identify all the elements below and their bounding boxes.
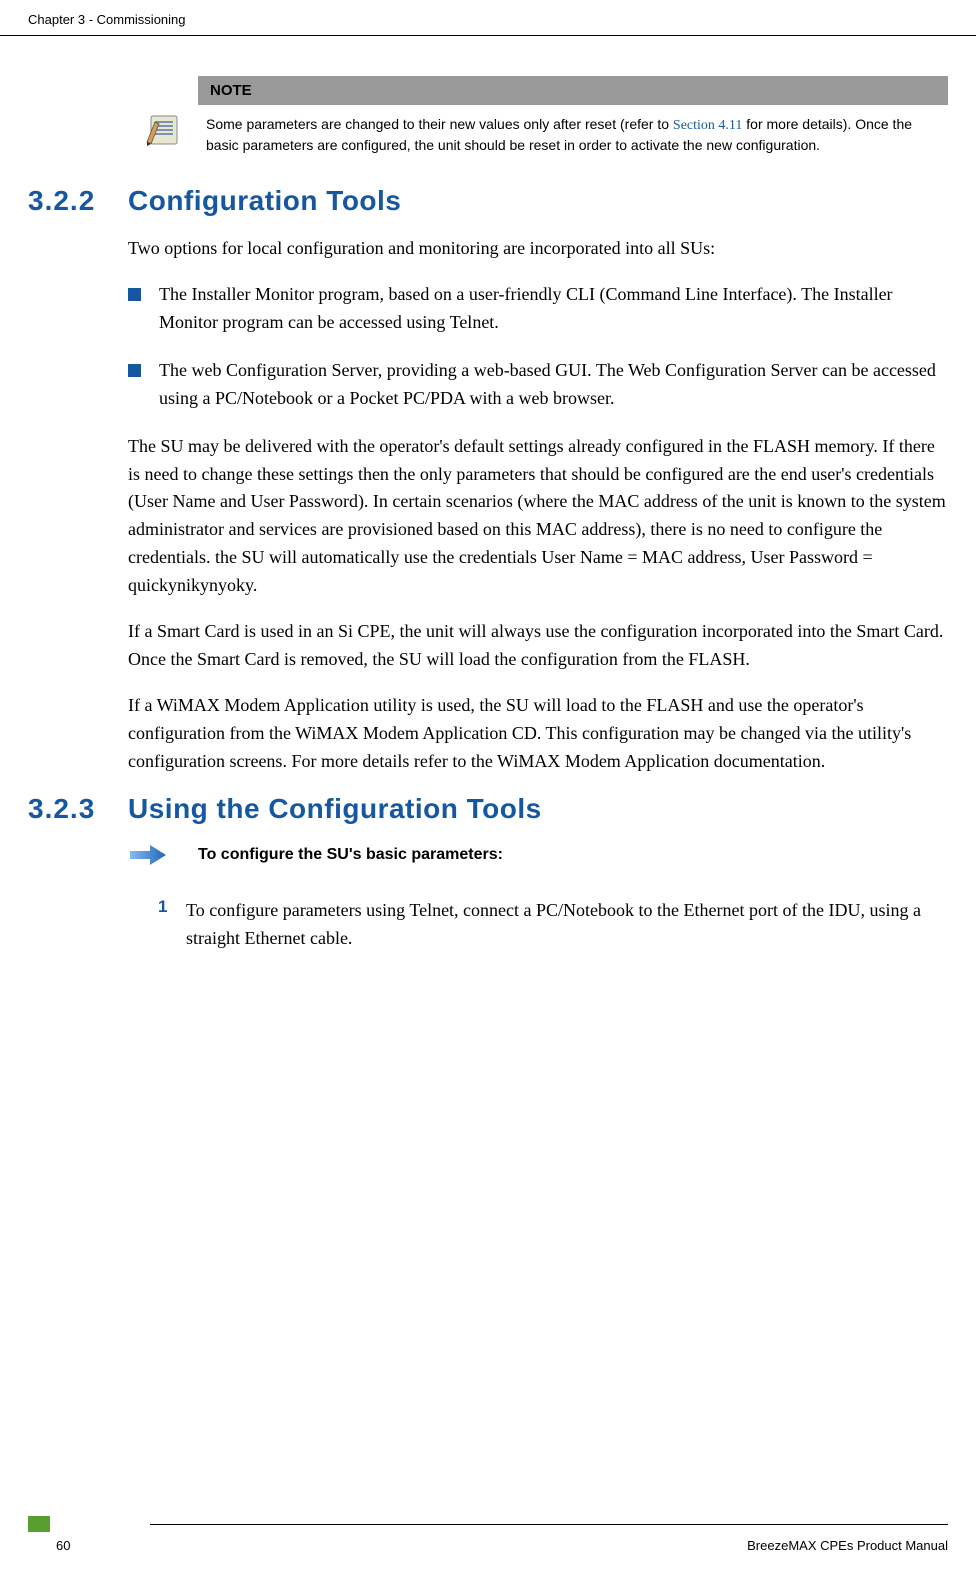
section-title: Using the Configuration Tools xyxy=(128,793,542,825)
footer-text: 60 BreezeMAX CPEs Product Manual xyxy=(28,1538,948,1553)
body-paragraph: If a Smart Card is used in an Si CPE, th… xyxy=(128,618,948,674)
section-heading-322: 3.2.2 Configuration Tools xyxy=(28,185,948,217)
procedure-title: To configure the SU's basic parameters: xyxy=(198,846,503,864)
step-text: To configure parameters using Telnet, co… xyxy=(186,897,948,953)
page-footer: 60 BreezeMAX CPEs Product Manual xyxy=(28,1516,948,1553)
page-content: NOTE Some parameters are changed to thei… xyxy=(0,36,976,953)
footer-bar xyxy=(28,1516,948,1532)
bullet-text: The web Configuration Server, providing … xyxy=(159,357,948,413)
bullet-item: The Installer Monitor program, based on … xyxy=(128,281,948,337)
bullet-icon xyxy=(128,364,141,377)
body-paragraph: The SU may be delivered with the operato… xyxy=(128,433,948,600)
note-header: NOTE xyxy=(198,76,948,105)
footer-line-wrap xyxy=(50,1516,948,1532)
note-icon xyxy=(145,112,181,148)
note-icon-cell xyxy=(128,76,198,155)
chapter-label: Chapter 3 - Commissioning xyxy=(28,12,186,27)
section-title: Configuration Tools xyxy=(128,185,401,217)
section-ref-link[interactable]: Section 4.11 xyxy=(673,118,742,133)
section-number: 3.2.3 xyxy=(28,793,128,825)
arrow-icon xyxy=(128,843,168,867)
bullet-text: The Installer Monitor program, based on … xyxy=(159,281,948,337)
note-text-before: Some parameters are changed to their new… xyxy=(206,116,673,132)
step-number: 1 xyxy=(158,897,186,953)
bullet-item: The web Configuration Server, providing … xyxy=(128,357,948,413)
note-body: Some parameters are changed to their new… xyxy=(198,105,948,155)
manual-title: BreezeMAX CPEs Product Manual xyxy=(158,1538,948,1553)
procedure-intro: To configure the SU's basic parameters: xyxy=(128,843,948,867)
body-paragraph: If a WiMAX Modem Application utility is … xyxy=(128,692,948,776)
numbered-step: 1 To configure parameters using Telnet, … xyxy=(158,897,948,953)
bullet-icon xyxy=(128,288,141,301)
note-content: NOTE Some parameters are changed to thei… xyxy=(198,76,948,155)
page-number: 60 xyxy=(28,1538,158,1553)
section-number: 3.2.2 xyxy=(28,185,128,217)
section-heading-323: 3.2.3 Using the Configuration Tools xyxy=(28,793,948,825)
note-box: NOTE Some parameters are changed to thei… xyxy=(128,76,948,155)
footer-accent xyxy=(28,1516,50,1532)
intro-paragraph: Two options for local configuration and … xyxy=(128,235,948,263)
page-header: Chapter 3 - Commissioning xyxy=(0,0,976,36)
footer-divider xyxy=(150,1524,948,1525)
